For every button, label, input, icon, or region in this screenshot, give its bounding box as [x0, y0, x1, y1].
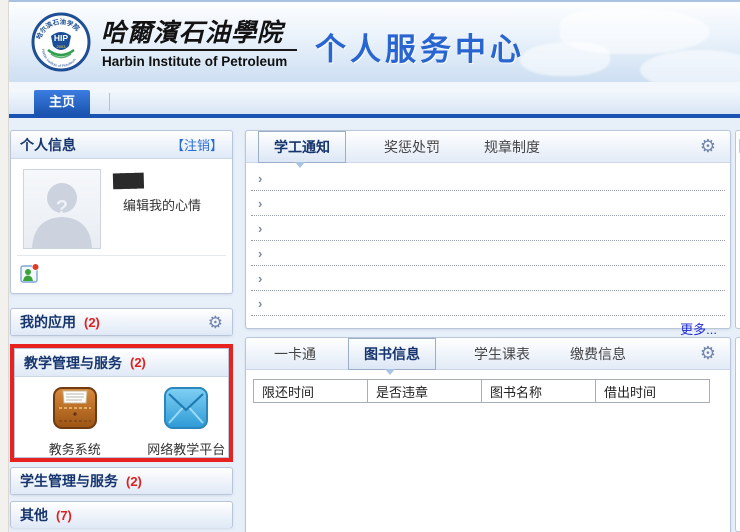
tab-separator — [109, 93, 110, 111]
section-teaching-count: (2) — [130, 355, 146, 370]
avatar-question-mark: ? — [56, 197, 68, 219]
tab-class-schedule[interactable]: 学生课表 — [474, 344, 530, 364]
info-panel-tabs: 一卡通 图书信息 学生课表 缴费信息 ⚙ — [246, 338, 730, 370]
worldmap-watermark — [520, 42, 610, 76]
library-table: 限还时间 是否违章 图书名称 借出时间 — [253, 379, 710, 403]
page-header: 哈尔滨石油学院 Harbin Institute of Petroleum HI… — [9, 0, 740, 82]
notices-list: › › › › › › 更多... — [246, 163, 730, 338]
page-left-gutter — [0, 0, 9, 532]
school-name-calligraphy: 哈爾濱石油學院 — [101, 13, 283, 49]
clipped-panel-fragment — [735, 130, 740, 329]
notice-row[interactable]: › — [251, 166, 725, 191]
more-link[interactable]: 更多... — [246, 316, 730, 338]
library-table-header-row: 限还时间 是否违章 图书名称 借出时间 — [254, 380, 710, 403]
user-name-redacted: ████ — [113, 173, 142, 189]
notice-bullet-icon: › — [258, 246, 262, 261]
nav-underline — [9, 114, 740, 118]
school-name-english: Harbin Institute of Petroleum — [102, 54, 287, 69]
envelope-icon — [163, 385, 209, 431]
tab-library-info-label: 图书信息 — [364, 346, 420, 362]
app-online-teaching[interactable]: 网络教学平台 — [145, 385, 229, 458]
section-my-apps-count: (2) — [84, 315, 100, 330]
section-teaching-header[interactable]: 教学管理与服务 (2) — [15, 349, 228, 377]
section-student-count: (2) — [126, 474, 142, 489]
notice-row[interactable]: › — [251, 216, 725, 241]
personal-service-portal: { "header": { "logo": { "monogram": "HIP… — [0, 0, 740, 532]
tab-rules-regulations[interactable]: 规章制度 — [484, 137, 540, 157]
col-borrow-time: 借出时间 — [596, 380, 710, 403]
clipped-panel-fragment — [735, 337, 740, 532]
main-nav-tabbar: 主页 — [9, 90, 740, 114]
settings-gear-icon[interactable]: ⚙ — [208, 314, 223, 331]
tab-library-info[interactable]: 图书信息 — [348, 338, 436, 370]
app-online-teaching-label: 网络教学平台 — [145, 439, 229, 458]
section-other[interactable]: 其他 (7) — [10, 501, 233, 528]
section-teaching-title: 教学管理与服务 — [24, 353, 122, 373]
tab-home[interactable]: 主页 — [34, 90, 90, 114]
notices-gear-icon[interactable]: ⚙ — [700, 136, 716, 157]
school-name-divider — [101, 49, 297, 51]
logo-monogram: HIP — [54, 33, 69, 43]
info-gear-icon[interactable]: ⚙ — [700, 343, 716, 364]
app-jiaowu-label: 教务系统 — [33, 439, 117, 458]
section-student[interactable]: 学生管理与服务 (2) — [10, 467, 233, 495]
notice-bullet-icon: › — [258, 271, 262, 286]
profile-panel: 个人信息 【注销】 ? ████ 编辑我的心情 — [10, 130, 233, 294]
avatar-silhouette: ? — [24, 170, 100, 248]
notices-panel: 学工通知 奖惩处罚 规章制度 ⚙ › › › › › › 更多... — [245, 130, 731, 329]
messenger-status-icon[interactable] — [20, 262, 40, 289]
edit-mood-link[interactable]: 编辑我的心情 — [123, 195, 201, 214]
col-violation: 是否违章 — [368, 380, 482, 403]
section-my-apps[interactable]: 我的应用 (2) ⚙ — [10, 308, 233, 336]
profile-title: 个人信息 — [20, 135, 76, 155]
notice-row[interactable]: › — [251, 291, 725, 316]
card-cabinet-icon — [52, 385, 98, 431]
teaching-app-list: 教务系统 网络教学平台 — [15, 377, 228, 458]
section-other-title: 其他 — [20, 505, 48, 525]
portal-title: 个人服务中心 — [315, 24, 525, 69]
section-teaching: 教学管理与服务 (2) 教务系统 — [14, 348, 229, 458]
worldmap-watermark — [640, 50, 740, 82]
profile-divider — [17, 255, 226, 256]
tab-rewards-punishments[interactable]: 奖惩处罚 — [384, 137, 440, 157]
logout-link[interactable]: 【注销】 — [171, 135, 223, 154]
col-return-deadline: 限还时间 — [254, 380, 368, 403]
profile-panel-header: 个人信息 【注销】 — [11, 131, 232, 159]
section-student-title: 学生管理与服务 — [20, 471, 118, 491]
header-tabbar-gap — [9, 82, 740, 90]
notice-row[interactable]: › — [251, 266, 725, 291]
app-jiaowu-system[interactable]: 教务系统 — [33, 385, 117, 458]
info-panel: 一卡通 图书信息 学生课表 缴费信息 ⚙ 限还时间 是否违章 图书名称 借出时间 — [245, 337, 731, 532]
logo-year: 2003 — [57, 44, 67, 49]
avatar[interactable]: ? — [23, 169, 101, 249]
notice-bullet-icon: › — [258, 221, 262, 236]
notice-bullet-icon: › — [258, 296, 262, 311]
school-logo: 哈尔滨石油学院 Harbin Institute of Petroleum HI… — [31, 12, 91, 72]
tab-payment-info[interactable]: 缴费信息 — [570, 344, 626, 364]
notice-row[interactable]: › — [251, 241, 725, 266]
section-other-count: (7) — [56, 508, 72, 523]
section-my-apps-title: 我的应用 — [20, 312, 76, 332]
notice-bullet-icon: › — [258, 171, 262, 186]
tab-student-notices[interactable]: 学工通知 — [258, 131, 346, 163]
active-tab-notch — [295, 162, 305, 168]
col-book-title: 图书名称 — [482, 380, 596, 403]
tab-student-notices-label: 学工通知 — [274, 139, 330, 155]
notice-bullet-icon: › — [258, 196, 262, 211]
tab-onecard[interactable]: 一卡通 — [274, 344, 316, 364]
active-tab-notch — [385, 369, 395, 375]
notices-panel-tabs: 学工通知 奖惩处罚 规章制度 ⚙ — [246, 131, 730, 163]
notice-row[interactable]: › — [251, 191, 725, 216]
highlight-red-border: 教学管理与服务 (2) 教务系统 — [10, 344, 233, 462]
